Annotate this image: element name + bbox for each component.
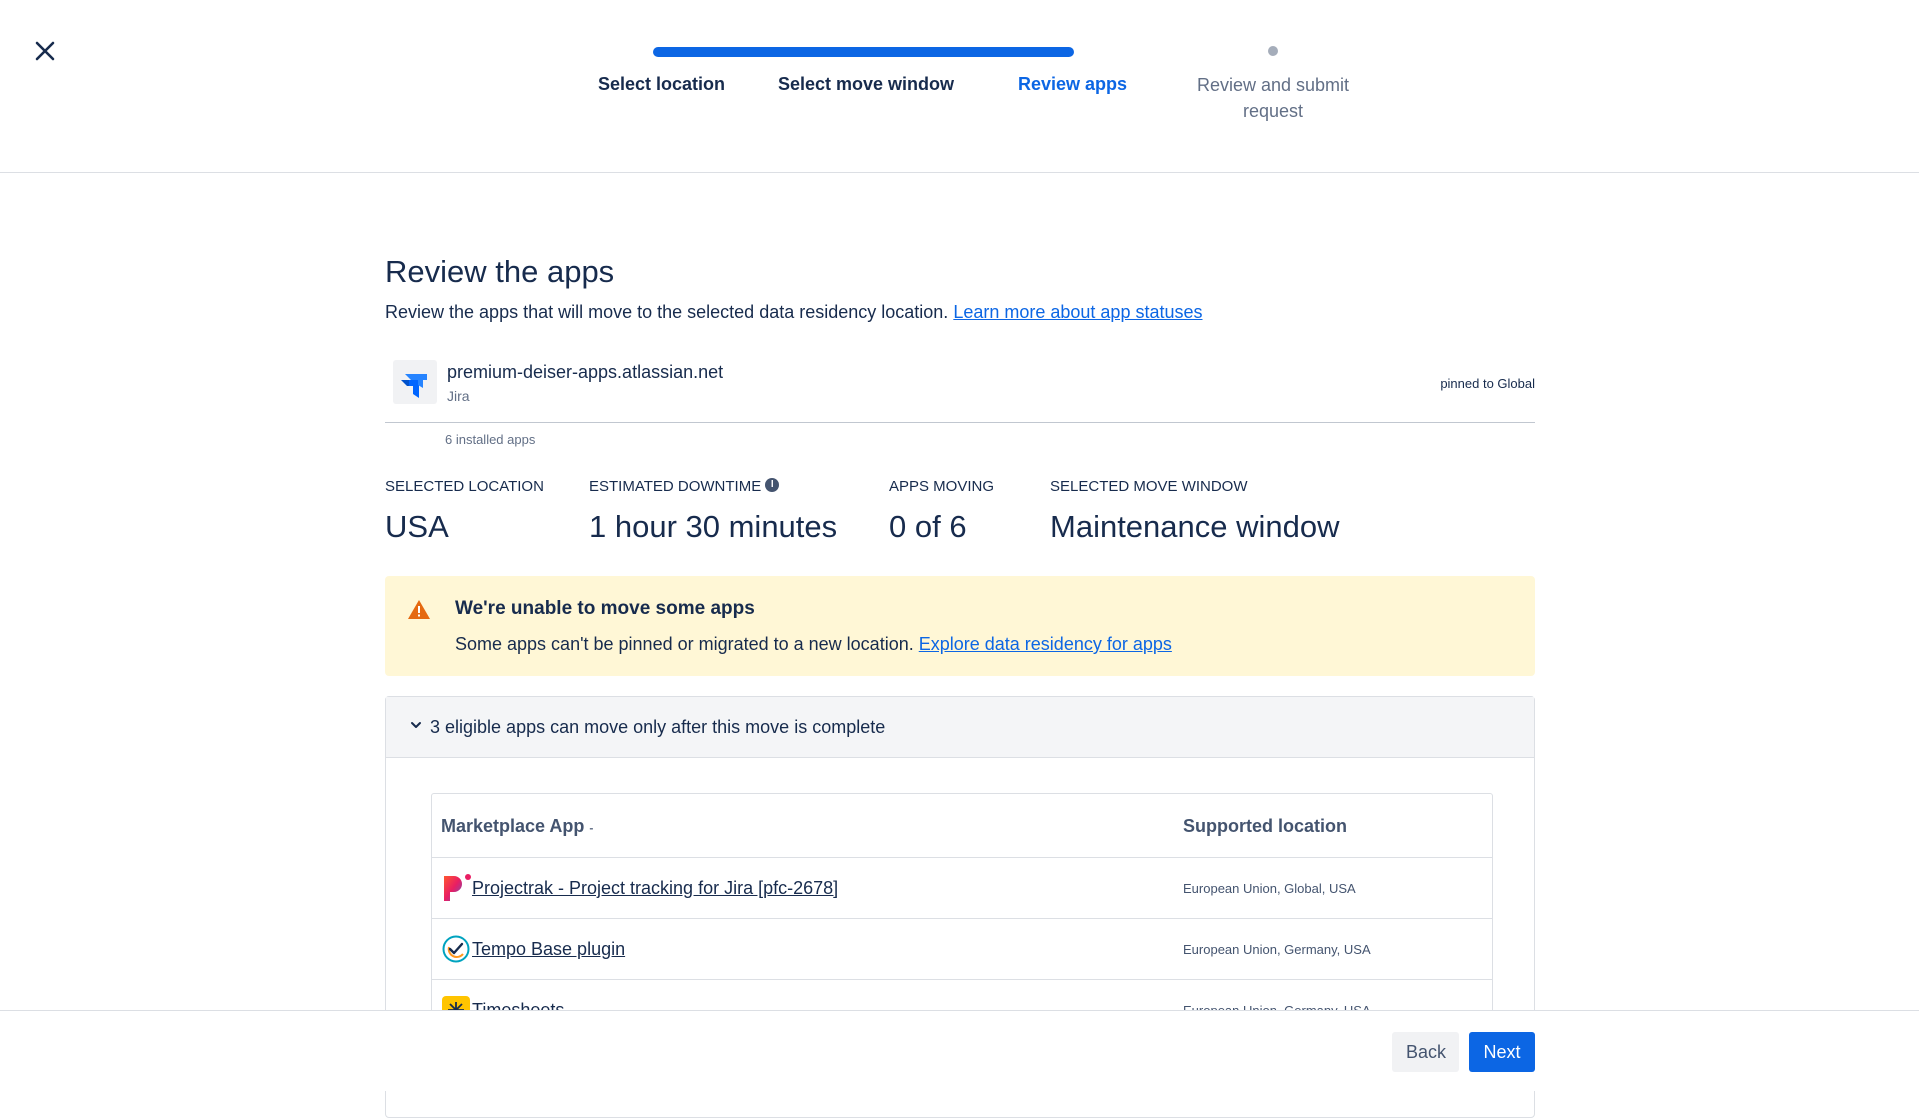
table-row: Projectrak - Project tracking for Jira [… [432, 858, 1492, 919]
stat-label: APPS MOVING [889, 478, 995, 495]
page-description-text: Review the apps that will move to the se… [385, 302, 949, 322]
stat-value: 1 hour 30 minutes [589, 509, 838, 544]
page-description: Review the apps that will move to the se… [385, 302, 1203, 323]
close-icon[interactable] [30, 36, 60, 66]
site-pinned-status: pinned to Global [1440, 376, 1535, 391]
column-header-supported-location: Supported location [1183, 816, 1347, 836]
table-header: Marketplace App - Supported location [432, 794, 1492, 858]
warning-title: We're unable to move some apps [455, 598, 755, 619]
eligible-apps-toggle[interactable]: 3 eligible apps can move only after this… [386, 697, 1534, 758]
apps-table: Marketplace App - Supported location Pro… [431, 793, 1493, 1042]
stat-selected-move-window: SELECTED MOVE WINDOW Maintenance window [1050, 478, 1340, 545]
stat-value: Maintenance window [1050, 509, 1340, 544]
jira-logo-icon [393, 360, 437, 404]
stat-value: 0 of 6 [889, 509, 967, 544]
stat-label: ESTIMATED DOWNTIME [589, 478, 762, 495]
chevron-down-icon [411, 722, 421, 728]
warning-icon [408, 600, 430, 619]
app-link-projectrak[interactable]: Projectrak - Project tracking for Jira [… [472, 878, 838, 899]
step-review-apps: Review apps [1018, 74, 1128, 94]
learn-more-link[interactable]: Learn more about app statuses [953, 302, 1202, 322]
stat-estimated-downtime: ESTIMATED DOWNTIME i 1 hour 30 minutes [589, 477, 838, 545]
info-icon[interactable]: i [765, 477, 780, 492]
stat-value: USA [385, 509, 449, 544]
projectrak-logo-icon [444, 874, 471, 901]
stat-label: SELECTED MOVE WINDOW [1050, 478, 1248, 495]
stat-selected-location: SELECTED LOCATION USA [385, 478, 544, 545]
site-name: premium-deiser-apps.atlassian.net [447, 362, 724, 382]
stat-apps-moving: APPS MOVING 0 of 6 [889, 478, 994, 545]
eligible-apps-title: 3 eligible apps can move only after this… [430, 717, 886, 737]
back-button[interactable]: Back [1392, 1032, 1459, 1072]
progress-bar [653, 47, 1074, 57]
site-product: Jira [447, 388, 470, 404]
wizard-header: Select location Select move window Revie… [0, 0, 1919, 173]
app-link-tempo[interactable]: Tempo Base plugin [472, 939, 625, 960]
page-title: Review the apps [385, 254, 615, 289]
step-select-location: Select location [598, 74, 726, 94]
explore-data-residency-link[interactable]: Explore data residency for apps [919, 634, 1172, 654]
next-button[interactable]: Next [1469, 1032, 1535, 1072]
sort-icon: - [589, 821, 594, 835]
table-row: Tempo Base plugin European Union, German… [432, 919, 1492, 980]
wizard-footer: Back Next [0, 1010, 1919, 1091]
warning-banner: We're unable to move some apps Some apps… [385, 576, 1535, 676]
app-supported-location: European Union, Global, USA [1183, 881, 1356, 896]
step-review-and-submit: Review and submit request [1196, 75, 1350, 121]
tempo-logo-icon [442, 935, 470, 963]
step-select-move-window: Select move window [778, 74, 955, 94]
warning-description: Some apps can't be pinned or migrated to… [455, 634, 914, 654]
app-supported-location: European Union, Germany, USA [1183, 942, 1371, 957]
stat-label: SELECTED LOCATION [385, 478, 544, 495]
step-dot-upcoming [1268, 46, 1278, 56]
site-row: premium-deiser-apps.atlassian.net Jira p… [385, 356, 1535, 423]
installed-apps-count: 6 installed apps [445, 432, 536, 447]
warning-text: Some apps can't be pinned or migrated to… [455, 634, 1172, 655]
column-header-marketplace-app[interactable]: Marketplace App - [441, 816, 593, 837]
